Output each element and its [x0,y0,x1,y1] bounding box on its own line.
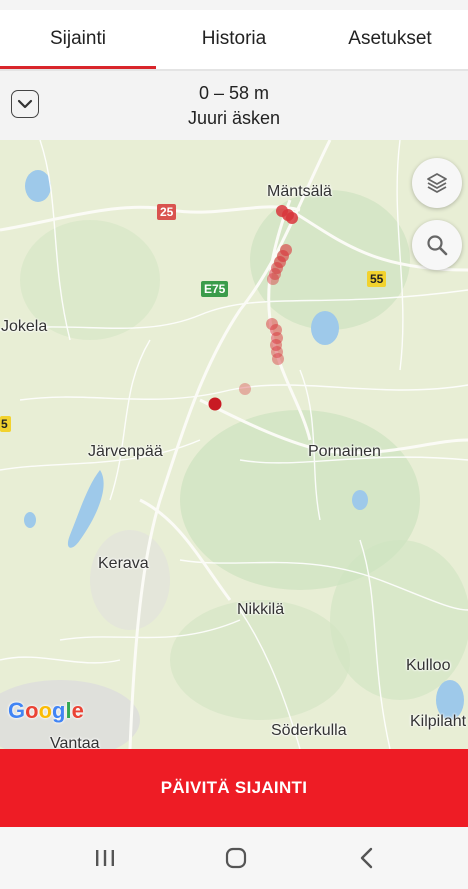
tab-bar: Sijainti Historia Asetukset [0,10,468,68]
place-vantaa: Vantaa [50,735,100,749]
map-view[interactable]: Mäntsälä Jokela Järvenpää Pornainen Kera… [0,140,468,749]
home-button[interactable] [216,841,256,875]
place-kulloo: Kulloo [406,657,451,674]
google-logo: Google [8,698,84,723]
road-55-badge: 55 [367,271,387,287]
system-nav-bar [0,827,468,889]
tab-historia[interactable]: Historia [156,10,312,68]
update-location-button[interactable]: PÄIVITÄ SIJAINTI [0,749,468,827]
accuracy-range: 0 – 58 m [198,83,270,103]
search-icon [427,235,448,256]
place-mantsala: Mäntsälä [267,183,332,200]
search-button[interactable] [412,220,462,270]
recent-apps-button[interactable] [85,841,125,875]
map-terrain [0,140,468,749]
place-pornainen: Pornainen [308,443,381,460]
tab-sijainti[interactable]: Sijainti [0,10,156,68]
back-icon [360,847,373,869]
home-icon [225,847,247,869]
road-5-badge: 5 [0,416,11,432]
recent-apps-icon [96,850,114,866]
place-kerava: Kerava [98,555,149,572]
road-25-badge: 25 [157,204,177,220]
layers-button[interactable] [412,158,462,208]
place-soderkulla: Söderkulla [271,722,347,739]
tab-asetukset[interactable]: Asetukset [312,10,468,68]
update-time: Juuri äsken [187,108,281,128]
road-e75-badge: E75 [201,281,229,297]
location-status: 0 – 58 m Juuri äsken [0,71,468,140]
back-button[interactable] [347,841,387,875]
place-nikkila: Nikkilä [237,601,285,618]
place-jarvenpaa: Järvenpää [88,443,163,460]
layers-icon [427,173,447,193]
place-kilpilahti: Kilpilaht [410,713,467,730]
top-edge [0,0,468,10]
place-jokela: Jokela [1,318,48,335]
